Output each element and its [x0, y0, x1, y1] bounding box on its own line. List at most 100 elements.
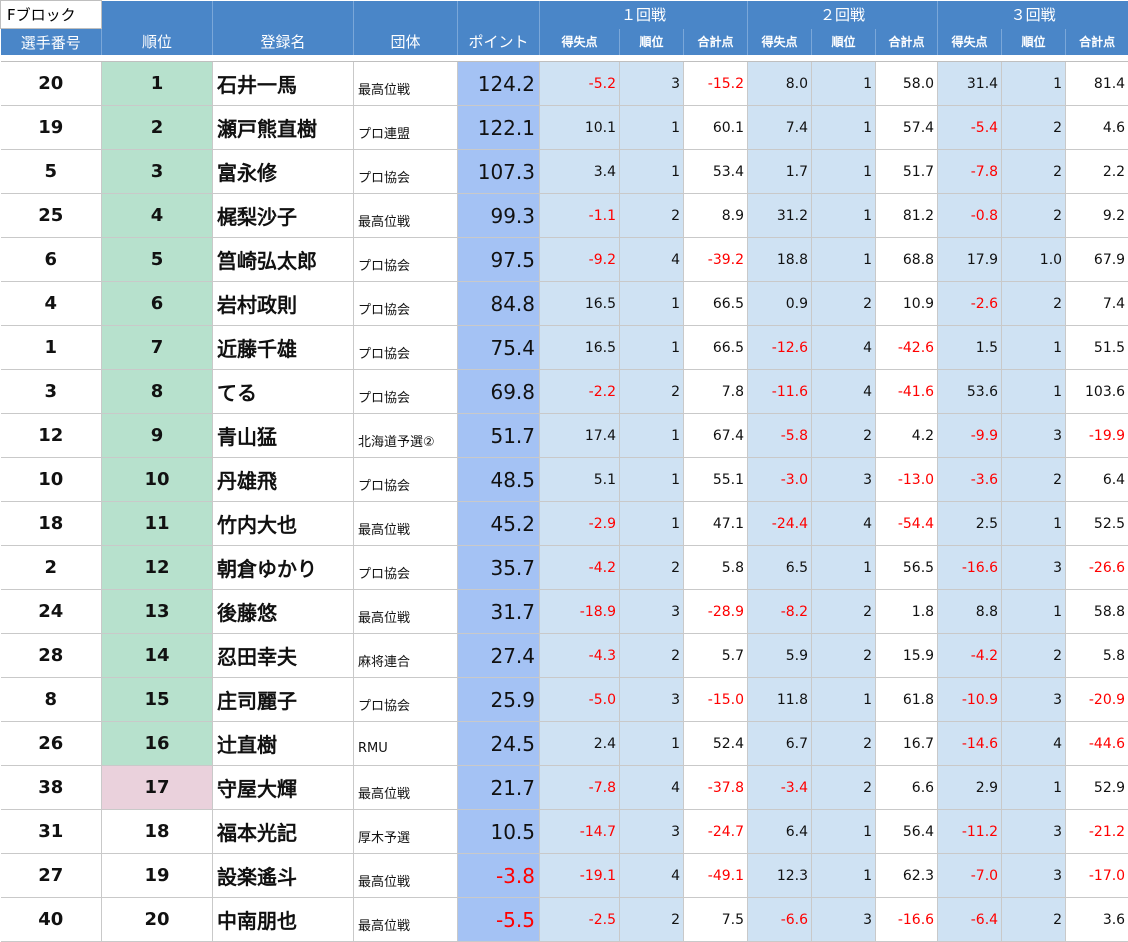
r1-diff-cell[interactable]: 2.4 — [540, 722, 620, 766]
rank-cell[interactable]: 4 — [102, 194, 213, 238]
r1-total-cell[interactable]: 67.4 — [684, 414, 748, 458]
r2-rank-cell[interactable]: 1 — [812, 194, 876, 238]
player-name-cell[interactable]: 中南朋也 — [213, 898, 354, 942]
r3-rank-cell[interactable]: 3 — [1002, 810, 1066, 854]
r1-rank-cell[interactable]: 2 — [620, 898, 684, 942]
r1-rank-cell[interactable]: 2 — [620, 370, 684, 414]
player-no-header[interactable]: 選手番号 — [1, 29, 102, 56]
r2-diff-cell[interactable]: -6.6 — [748, 898, 812, 942]
player-no-cell[interactable]: 5 — [1, 150, 102, 194]
player-name-cell[interactable]: 辻直樹 — [213, 722, 354, 766]
r1-rank-header[interactable]: 順位 — [620, 29, 684, 56]
r3-total-cell[interactable]: 3.6 — [1066, 898, 1128, 942]
player-name-cell[interactable]: 守屋大輝 — [213, 766, 354, 810]
r1-total-cell[interactable]: -24.7 — [684, 810, 748, 854]
r1-diff-cell[interactable]: 16.5 — [540, 326, 620, 370]
r1-diff-header[interactable]: 得失点 — [540, 29, 620, 56]
rank-header[interactable]: 順位 — [102, 29, 213, 56]
r2-rank-cell[interactable]: 4 — [812, 326, 876, 370]
r3-diff-cell[interactable]: 2.5 — [938, 502, 1002, 546]
r2-rank-cell[interactable]: 1 — [812, 62, 876, 106]
r1-total-cell[interactable]: -15.0 — [684, 678, 748, 722]
r2-total-cell[interactable]: 58.0 — [876, 62, 938, 106]
rank-cell[interactable]: 14 — [102, 634, 213, 678]
team-cell[interactable]: プロ協会 — [354, 238, 458, 282]
r1-total-cell[interactable]: -28.9 — [684, 590, 748, 634]
player-no-cell[interactable]: 19 — [1, 106, 102, 150]
team-cell[interactable]: プロ協会 — [354, 282, 458, 326]
player-no-cell[interactable]: 10 — [1, 458, 102, 502]
r1-rank-cell[interactable]: 1 — [620, 282, 684, 326]
r1-diff-cell[interactable]: -2.5 — [540, 898, 620, 942]
r1-total-cell[interactable]: 53.4 — [684, 150, 748, 194]
r2-total-cell[interactable]: 56.4 — [876, 810, 938, 854]
r1-rank-cell[interactable]: 4 — [620, 766, 684, 810]
r3-total-cell[interactable]: -20.9 — [1066, 678, 1128, 722]
r2-diff-cell[interactable]: 6.7 — [748, 722, 812, 766]
r2-rank-cell[interactable]: 2 — [812, 282, 876, 326]
r2-diff-cell[interactable]: -11.6 — [748, 370, 812, 414]
r1-total-cell[interactable]: -49.1 — [684, 854, 748, 898]
r1-diff-cell[interactable]: -19.1 — [540, 854, 620, 898]
r2-diff-cell[interactable]: 6.5 — [748, 546, 812, 590]
r3-total-cell[interactable]: 67.9 — [1066, 238, 1128, 282]
r1-rank-cell[interactable]: 3 — [620, 678, 684, 722]
r2-total-cell[interactable]: -13.0 — [876, 458, 938, 502]
r1-total-header[interactable]: 合計点 — [684, 29, 748, 56]
rank-cell[interactable]: 9 — [102, 414, 213, 458]
r3-diff-cell[interactable]: -10.9 — [938, 678, 1002, 722]
r3-diff-cell[interactable]: 53.6 — [938, 370, 1002, 414]
r3-total-cell[interactable]: 58.8 — [1066, 590, 1128, 634]
team-cell[interactable]: 最高位戦 — [354, 898, 458, 942]
r1-rank-cell[interactable]: 1 — [620, 458, 684, 502]
r2-total-cell[interactable]: 4.2 — [876, 414, 938, 458]
r2-total-cell[interactable]: 10.9 — [876, 282, 938, 326]
r1-rank-cell[interactable]: 4 — [620, 854, 684, 898]
r1-diff-cell[interactable]: -2.2 — [540, 370, 620, 414]
r3-total-cell[interactable]: -21.2 — [1066, 810, 1128, 854]
r3-diff-cell[interactable]: -9.9 — [938, 414, 1002, 458]
player-name-cell[interactable]: 近藤千雄 — [213, 326, 354, 370]
points-cell[interactable]: -3.8 — [458, 854, 540, 898]
r3-total-cell[interactable]: 103.6 — [1066, 370, 1128, 414]
points-cell[interactable]: 97.5 — [458, 238, 540, 282]
points-cell[interactable]: 35.7 — [458, 546, 540, 590]
r3-diff-cell[interactable]: -11.2 — [938, 810, 1002, 854]
r2-rank-cell[interactable]: 4 — [812, 370, 876, 414]
r1-total-cell[interactable]: 52.4 — [684, 722, 748, 766]
player-no-cell[interactable]: 38 — [1, 766, 102, 810]
team-cell[interactable]: プロ協会 — [354, 458, 458, 502]
rank-cell[interactable]: 11 — [102, 502, 213, 546]
rank-cell[interactable]: 15 — [102, 678, 213, 722]
r3-rank-cell[interactable]: 2 — [1002, 150, 1066, 194]
r2-total-cell[interactable]: 57.4 — [876, 106, 938, 150]
name-header[interactable]: 登録名 — [213, 29, 354, 56]
points-cell[interactable]: 27.4 — [458, 634, 540, 678]
r1-rank-cell[interactable]: 1 — [620, 502, 684, 546]
r3-diff-cell[interactable]: 31.4 — [938, 62, 1002, 106]
r3-diff-cell[interactable]: -0.8 — [938, 194, 1002, 238]
r1-total-cell[interactable]: -39.2 — [684, 238, 748, 282]
r1-diff-cell[interactable]: 5.1 — [540, 458, 620, 502]
points-cell[interactable]: 24.5 — [458, 722, 540, 766]
r3-diff-cell[interactable]: 8.8 — [938, 590, 1002, 634]
r2-diff-cell[interactable]: 7.4 — [748, 106, 812, 150]
r1-diff-cell[interactable]: 10.1 — [540, 106, 620, 150]
r1-diff-cell[interactable]: -18.9 — [540, 590, 620, 634]
player-name-cell[interactable]: 瀬戸熊直樹 — [213, 106, 354, 150]
r2-rank-cell[interactable]: 1 — [812, 546, 876, 590]
r3-total-cell[interactable]: 52.9 — [1066, 766, 1128, 810]
r2-rank-cell[interactable]: 2 — [812, 722, 876, 766]
rank-cell[interactable]: 1 — [102, 62, 213, 106]
r3-rank-cell[interactable]: 2 — [1002, 282, 1066, 326]
r3-total-cell[interactable]: 5.8 — [1066, 634, 1128, 678]
r2-total-cell[interactable]: 81.2 — [876, 194, 938, 238]
team-cell[interactable]: 最高位戦 — [354, 62, 458, 106]
team-cell[interactable]: 最高位戦 — [354, 766, 458, 810]
r2-total-cell[interactable]: 51.7 — [876, 150, 938, 194]
r2-diff-cell[interactable]: 5.9 — [748, 634, 812, 678]
team-cell[interactable]: RMU — [354, 722, 458, 766]
rank-cell[interactable]: 16 — [102, 722, 213, 766]
r2-total-cell[interactable]: -16.6 — [876, 898, 938, 942]
r2-rank-cell[interactable]: 1 — [812, 150, 876, 194]
